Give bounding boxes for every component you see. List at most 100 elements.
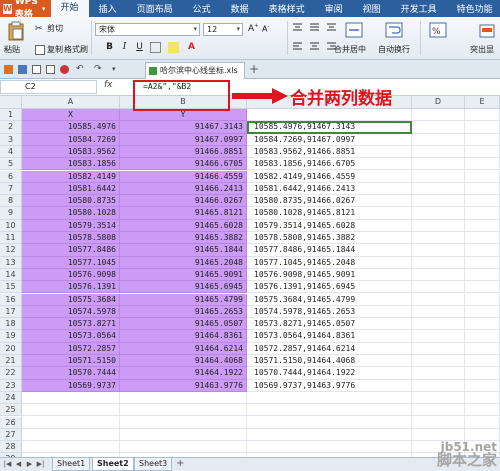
table-cell[interactable]: 10581.6442 [22, 182, 120, 196]
table-cell[interactable]: 91464.6214 [120, 342, 247, 355]
row-header[interactable]: 2 [0, 121, 22, 134]
menu-table-style[interactable]: 表格样式 [259, 2, 315, 15]
sheet-tab-3[interactable]: Sheet3 [134, 458, 173, 471]
print-preview-icon[interactable] [46, 65, 55, 74]
table-cell[interactable]: 91463.9776 [120, 379, 247, 392]
table-cell[interactable]: 91465.2048 [120, 256, 247, 269]
table-cell[interactable] [465, 256, 500, 269]
table-cell[interactable]: 10576.1391,91465.6945 [247, 281, 412, 294]
table-cell[interactable] [412, 318, 465, 331]
table-cell[interactable] [247, 391, 412, 405]
table-cell[interactable] [465, 207, 500, 220]
row-header[interactable]: 11 [0, 232, 22, 245]
table-cell[interactable]: 10573.8271,91465.0507 [247, 318, 412, 331]
row-header[interactable]: 8 [0, 195, 22, 208]
table-cell[interactable] [465, 391, 500, 405]
table-cell[interactable]: 10575.3684,91465.4799 [247, 293, 412, 306]
table-cell[interactable] [22, 441, 120, 454]
table-cell[interactable]: 10584.7269,91467.0997 [247, 133, 412, 146]
table-cell[interactable]: 10577.1045,91465.2048 [247, 256, 412, 269]
table-cell[interactable]: 91465.6028 [120, 219, 247, 232]
row-header[interactable]: 6 [0, 170, 22, 183]
table-cell[interactable]: 10577.8486 [22, 244, 120, 257]
table-cell[interactable]: 91466.2413 [120, 182, 247, 196]
paste-label[interactable]: 粘贴 [4, 44, 20, 55]
table-cell[interactable]: 10581.6442,91466.2413 [247, 182, 412, 196]
menu-view[interactable]: 视图 [353, 2, 391, 15]
table-cell[interactable]: 10576.9098 [22, 268, 120, 282]
table-cell[interactable]: 10579.3514 [22, 219, 120, 232]
table-cell[interactable]: 10571.5150,91464.4068 [247, 355, 412, 368]
fill-color-icon[interactable] [168, 42, 179, 53]
table-cell[interactable] [22, 391, 120, 405]
row-header[interactable]: 13 [0, 256, 22, 269]
table-cell[interactable] [465, 281, 500, 294]
table-cell[interactable] [412, 158, 465, 171]
table-cell[interactable] [412, 195, 465, 208]
row-header[interactable]: 7 [0, 182, 22, 196]
table-cell[interactable] [465, 244, 500, 257]
table-cell[interactable]: 91466.6705 [120, 158, 247, 171]
table-cell[interactable]: 91465.9091 [120, 268, 247, 282]
folder-icon[interactable] [4, 65, 13, 74]
table-cell[interactable] [412, 145, 465, 159]
fx-icon[interactable]: fx [104, 80, 113, 90]
row-header[interactable]: 27 [0, 428, 22, 442]
menu-home[interactable]: 开始 [50, 0, 89, 17]
first-sheet-icon[interactable]: |◀ [3, 460, 12, 469]
table-cell[interactable]: 10578.5808,91465.3882 [247, 232, 412, 245]
table-cell[interactable]: 91464.1922 [120, 367, 247, 380]
table-cell[interactable] [465, 379, 500, 392]
redo-icon[interactable]: ↷ [94, 65, 103, 74]
table-cell[interactable]: 10583.9562,91466.8851 [247, 145, 412, 159]
table-cell[interactable] [412, 379, 465, 392]
table-cell[interactable] [465, 170, 500, 183]
menu-page-layout[interactable]: 页面布局 [127, 2, 183, 15]
row-header[interactable]: 22 [0, 367, 22, 380]
format-painter-button[interactable]: 格式刷 [64, 44, 88, 55]
table-cell[interactable]: X [22, 109, 120, 122]
menu-insert[interactable]: 插入 [89, 2, 127, 15]
table-cell[interactable] [465, 342, 500, 355]
row-header[interactable]: 4 [0, 145, 22, 159]
table-cell[interactable] [465, 121, 500, 134]
table-cell[interactable]: 10576.9098,91465.9091 [247, 268, 412, 282]
table-cell[interactable] [465, 330, 500, 343]
table-cell[interactable] [120, 391, 247, 405]
table-cell[interactable]: 91465.8121 [120, 207, 247, 220]
table-cell[interactable]: 10580.8735,91466.0267 [247, 195, 412, 208]
row-header[interactable]: 3 [0, 133, 22, 146]
sheet-tab-2[interactable]: Sheet2 [92, 458, 134, 471]
table-cell[interactable]: 91467.3143 [120, 121, 247, 134]
table-cell[interactable]: 10573.8271 [22, 318, 120, 331]
add-sheet-button[interactable]: + [176, 458, 184, 469]
table-cell[interactable]: 10580.1028 [22, 207, 120, 220]
row-header[interactable]: 12 [0, 244, 22, 257]
table-cell[interactable] [412, 416, 465, 429]
table-cell[interactable] [412, 182, 465, 196]
table-cell[interactable] [465, 219, 500, 232]
table-cell[interactable]: 10582.4149 [22, 170, 120, 183]
column-header-d[interactable]: D [412, 96, 465, 109]
cut-button[interactable]: ✂ 剪切 [35, 23, 63, 34]
table-cell[interactable]: 10570.7444 [22, 367, 120, 380]
table-cell[interactable]: 10569.9737 [22, 379, 120, 392]
save-icon[interactable] [18, 65, 27, 74]
customize-icon[interactable]: ▾ [112, 65, 121, 74]
table-cell[interactable] [465, 145, 500, 159]
prev-sheet-icon[interactable]: ◀ [14, 460, 23, 469]
app-menu-button[interactable]: W WPS 表格 ▾ [0, 0, 51, 20]
table-cell[interactable]: 10583.9562 [22, 145, 120, 159]
name-box[interactable]: C2 [0, 80, 97, 94]
table-cell[interactable]: 10583.1856 [22, 158, 120, 171]
table-cell[interactable] [22, 404, 120, 417]
menu-data[interactable]: 数据 [221, 2, 259, 15]
table-cell[interactable] [412, 232, 465, 245]
new-tab-button[interactable]: + [249, 62, 259, 76]
table-cell[interactable]: 10572.2857,91464.6214 [247, 342, 412, 355]
table-cell[interactable] [465, 404, 500, 417]
grow-font-button[interactable]: A+ [248, 23, 258, 34]
bold-button[interactable]: B [104, 42, 115, 53]
table-cell[interactable]: 10575.3684 [22, 293, 120, 306]
row-header[interactable]: 20 [0, 342, 22, 355]
